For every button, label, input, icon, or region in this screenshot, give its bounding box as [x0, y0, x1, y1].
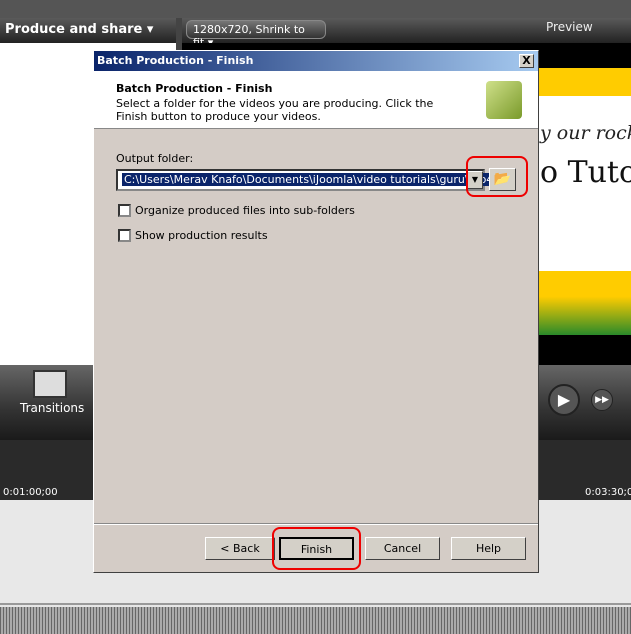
cancel-button[interactable]: Cancel — [365, 537, 440, 560]
organize-checkbox[interactable] — [118, 204, 131, 217]
panel-title: Produce and share — [5, 22, 143, 37]
video-grass — [538, 271, 631, 335]
divider — [94, 523, 538, 525]
highlight-annotation — [272, 527, 361, 570]
help-button[interactable]: Help — [451, 537, 526, 560]
dialog-title: Batch Production - Finish — [97, 54, 254, 67]
video-text-2: o Tutor — [540, 155, 631, 190]
video-text-1: y our rock — [540, 122, 631, 144]
batch-production-dialog: Batch Production - Finish X Batch Produc… — [93, 50, 539, 573]
output-folder-combobox[interactable]: C:\Users\Merav Knafo\Documents\iJoomla\v… — [116, 169, 500, 191]
close-button[interactable]: X — [519, 54, 534, 68]
audio-waveform[interactable] — [0, 607, 631, 634]
transitions-icon[interactable] — [33, 370, 67, 398]
show-results-label[interactable]: Show production results — [135, 229, 268, 242]
fast-forward-icon[interactable]: ▶▶ — [591, 389, 613, 411]
preview-label: Preview — [546, 20, 593, 34]
output-folder-value[interactable]: C:\Users\Merav Knafo\Documents\iJoomla\v… — [122, 173, 500, 186]
transitions-label[interactable]: Transitions — [20, 401, 84, 415]
dialog-title-bar[interactable]: Batch Production - Finish X — [94, 51, 538, 71]
wizard-logo-icon — [486, 81, 522, 119]
play-icon[interactable]: ▶ — [548, 384, 580, 416]
time-start: 0:01:00;00 — [3, 487, 58, 498]
resolution-dropdown[interactable]: 1280x720, Shrink to fit ▾ — [186, 20, 326, 49]
highlight-annotation — [466, 156, 528, 197]
chevron-down-icon: ▾ — [146, 22, 154, 37]
top-bar — [0, 0, 631, 18]
dialog-header: Batch Production - Finish Select a folde… — [94, 71, 538, 129]
organize-label[interactable]: Organize produced files into sub-folders — [135, 204, 355, 217]
header-description: Select a folder for the videos you are p… — [116, 97, 434, 123]
header-title: Batch Production - Finish — [116, 82, 273, 95]
output-folder-label: Output folder: — [116, 152, 194, 165]
back-button[interactable]: < Back — [205, 537, 275, 560]
show-results-checkbox[interactable] — [118, 229, 131, 242]
time-end: 0:03:30;00 — [585, 487, 631, 498]
produce-and-share-menu[interactable]: Produce and share ▾ — [5, 22, 153, 37]
video-yellow-band — [538, 68, 631, 96]
